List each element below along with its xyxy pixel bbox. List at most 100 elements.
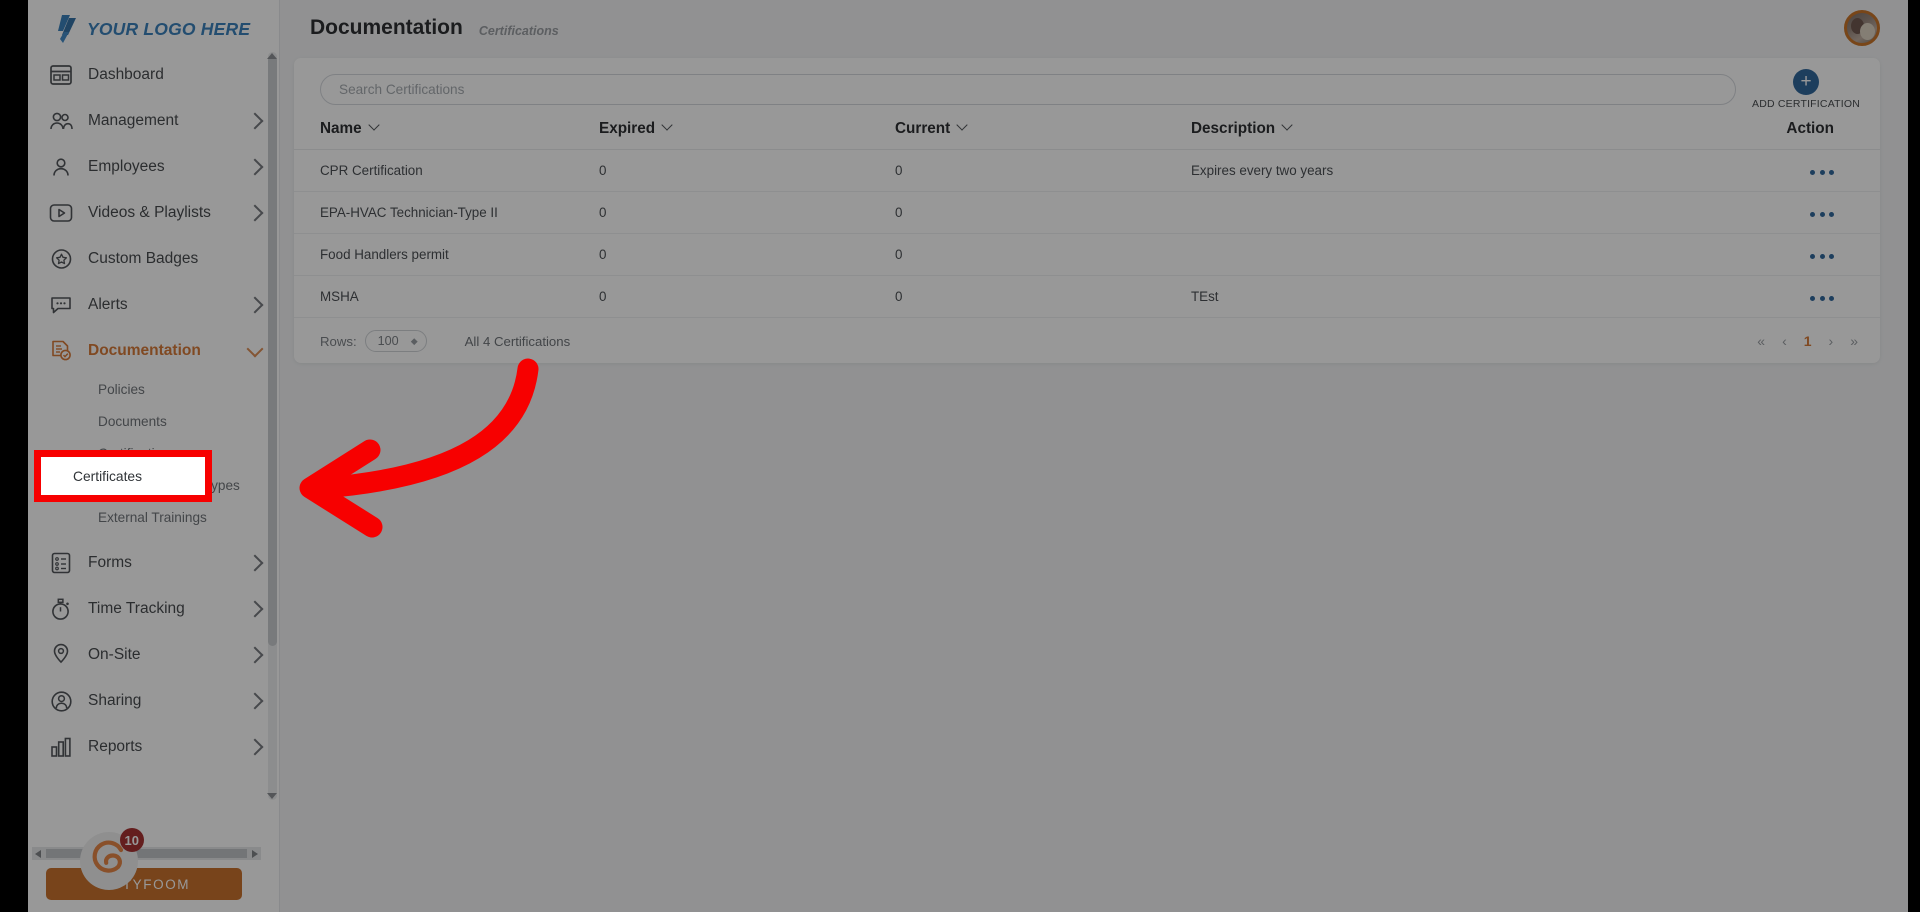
column-header-current[interactable]: Current	[895, 119, 1191, 150]
cell-expired: 0	[599, 233, 895, 276]
stepper-updown-icon[interactable]: ◆	[411, 337, 418, 346]
brand-logo[interactable]: YOUR LOGO HERE	[28, 0, 279, 58]
sidebar-item-label: Alerts	[88, 296, 128, 313]
map-pin-icon	[48, 642, 74, 668]
sidebar-item-time-tracking[interactable]: Time Tracking	[28, 586, 279, 632]
sidebar-item-sharing[interactable]: Sharing	[28, 678, 279, 724]
certifications-table: Name Expired Current Description Action …	[294, 119, 1880, 318]
plus-icon: +	[1793, 68, 1819, 95]
pagination-first-button[interactable]: «	[1757, 333, 1765, 349]
add-certification-label: ADD CERTIFICATION	[1751, 97, 1860, 110]
pagination-last-button[interactable]: »	[1850, 333, 1858, 349]
chevron-right-icon[interactable]	[246, 296, 264, 314]
sidebar-item-alerts[interactable]: Alerts	[28, 282, 279, 328]
chevron-right-icon[interactable]	[246, 646, 264, 664]
cell-description: TEst	[1191, 275, 1511, 318]
add-certification-button[interactable]: + ADD CERTIFICATION	[1750, 68, 1862, 110]
chevron-right-icon[interactable]	[246, 692, 264, 710]
badge-star-icon	[48, 246, 74, 272]
cell-current: 0	[895, 191, 1191, 234]
screenshot-root: YOUR LOGO HERE Dashboard Management Empl…	[0, 0, 1920, 912]
column-label: Name	[320, 120, 362, 137]
chevron-down-icon[interactable]	[246, 340, 264, 357]
table-row[interactable]: EPA-HVAC Technician-Type II 0 0	[294, 191, 1880, 234]
cell-expired: 0	[599, 149, 895, 192]
sort-chevron-icon[interactable]	[1281, 119, 1293, 131]
sidebar-subitem-documents[interactable]: Documents	[28, 406, 279, 438]
row-actions-menu-icon[interactable]	[1810, 296, 1834, 301]
cell-description	[1191, 191, 1511, 234]
stopwatch-icon	[48, 596, 74, 622]
sidebar-scrollbar-thumb[interactable]	[268, 56, 277, 646]
cell-description	[1191, 233, 1511, 276]
rows-per-page-select[interactable]: 100 ◆	[364, 330, 427, 352]
sidebar-item-management[interactable]: Management	[28, 98, 279, 144]
table-body: CPR Certification 0 0 Expires every two …	[294, 149, 1880, 318]
bar-chart-icon	[48, 734, 74, 760]
table-row[interactable]: Food Handlers permit 0 0	[294, 233, 1880, 276]
chevron-right-icon[interactable]	[246, 158, 264, 176]
cell-expired: 0	[599, 275, 895, 318]
card-toolbar: + ADD CERTIFICATION	[294, 58, 1880, 120]
sidebar-item-videos-playlists[interactable]: Videos & Playlists	[28, 190, 279, 236]
sidebar-item-employees[interactable]: Employees	[28, 144, 279, 190]
sort-chevron-icon[interactable]	[661, 119, 673, 131]
scroll-up-arrow-icon[interactable]	[267, 53, 277, 59]
sidebar-item-documentation[interactable]: Documentation	[28, 328, 279, 374]
row-actions-menu-icon[interactable]	[1810, 254, 1834, 259]
row-actions-menu-icon[interactable]	[1810, 170, 1834, 175]
tyfoom-button[interactable]: TYFOOM	[46, 868, 242, 900]
sort-chevron-icon[interactable]	[368, 119, 380, 131]
sidebar-subitem-external-trainings[interactable]: External Trainings	[28, 502, 279, 534]
sidebar-item-label: Management	[88, 112, 179, 129]
app-surface: YOUR LOGO HERE Dashboard Management Empl…	[28, 0, 1908, 912]
sidebar-item-label: Forms	[88, 554, 132, 571]
search-input[interactable]	[320, 73, 1736, 105]
column-label: Action	[1786, 120, 1834, 137]
scroll-down-arrow-icon[interactable]	[267, 793, 277, 799]
user-avatar[interactable]	[1844, 10, 1880, 46]
video-play-icon	[48, 200, 74, 226]
column-label: Current	[895, 120, 951, 137]
pagination-current-page[interactable]: 1	[1804, 333, 1812, 349]
sidebar-item-forms[interactable]: Forms	[28, 540, 279, 586]
chevron-right-icon[interactable]	[246, 738, 264, 756]
table-row[interactable]: MSHA 0 0 TEst	[294, 275, 1880, 318]
sidebar-item-dashboard[interactable]: Dashboard	[28, 52, 279, 98]
sidebar-item-custom-badges[interactable]: Custom Badges	[28, 236, 279, 282]
chevron-right-icon[interactable]	[246, 554, 264, 572]
sidebar-horizontal-scrollbar[interactable]	[32, 847, 261, 860]
people-icon	[48, 108, 74, 134]
chevron-right-icon[interactable]	[246, 600, 264, 618]
cell-name: CPR Certification	[294, 149, 599, 192]
sidebar-nav: Dashboard Management Employees Videos & …	[28, 52, 279, 820]
column-header-expired[interactable]: Expired	[599, 119, 895, 150]
pagination-next-button[interactable]: ›	[1829, 333, 1834, 349]
column-header-description[interactable]: Description	[1191, 119, 1511, 150]
sidebar-subitem-policies[interactable]: Policies	[28, 374, 279, 406]
main-content: Documentation Certifications + ADD CERTI…	[280, 0, 1908, 912]
scroll-left-arrow-icon[interactable]	[35, 849, 41, 858]
table-row[interactable]: CPR Certification 0 0 Expires every two …	[294, 149, 1880, 192]
table-header: Name Expired Current Description Action	[294, 119, 1880, 150]
chevron-right-icon[interactable]	[246, 112, 264, 130]
chevron-right-icon[interactable]	[246, 204, 264, 222]
certifications-card: + ADD CERTIFICATION Name Expired	[294, 58, 1880, 363]
sidebar-item-reports[interactable]: Reports	[28, 724, 279, 770]
sidebar-item-on-site[interactable]: On-Site	[28, 632, 279, 678]
horizontal-scrollbar-thumb[interactable]	[46, 849, 247, 858]
column-header-name[interactable]: Name	[294, 119, 599, 150]
sort-chevron-icon[interactable]	[956, 119, 968, 131]
sidebar-item-label: Employees	[88, 158, 165, 175]
row-actions-menu-icon[interactable]	[1810, 212, 1834, 217]
sidebar-item-label: Documentation	[88, 342, 201, 359]
cell-current: 0	[895, 149, 1191, 192]
scroll-right-arrow-icon[interactable]	[252, 849, 258, 858]
sidebar-item-label: Time Tracking	[88, 600, 185, 617]
tyfoom-notification-badge[interactable]: 10	[80, 828, 144, 890]
sidebar-item-label: Custom Badges	[88, 250, 199, 267]
document-check-icon	[48, 338, 74, 364]
pagination-prev-button[interactable]: ‹	[1782, 333, 1787, 349]
page-subtitle: Certifications	[478, 24, 559, 38]
cell-expired: 0	[599, 191, 895, 234]
